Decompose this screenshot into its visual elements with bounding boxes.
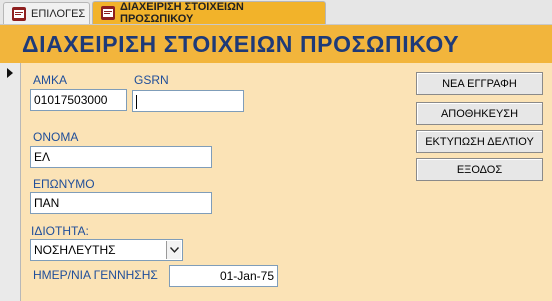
birthdate-label: ΗΜΕΡ/ΝΙΑ ΓΕΝΝΗΣΗΣ <box>33 268 158 282</box>
staff-form: ΔΙΑΧΕΙΡΙΣΗ ΣΤΟΙΧΕΙΩΝ ΠΡΟΣΩΠΙΚΟΥ ΑΜΚΑ 010… <box>0 25 552 301</box>
last-name-value: ΠΑΝ <box>34 196 60 210</box>
print-sheet-button[interactable]: ΕΚΤΥΠΩΣΗ ΔΕΛΤΙΟΥ <box>416 130 543 153</box>
chevron-down-icon[interactable] <box>166 241 181 259</box>
amka-value: 01017503000 <box>34 93 108 107</box>
exit-button[interactable]: ΕΞΟΔΟΣ <box>416 158 543 181</box>
role-label: ΙΔΙΟΤΗΤΑ: <box>31 224 89 238</box>
last-name-label: ΕΠΩΝΥΜΟ <box>33 177 95 191</box>
tab-staff-management[interactable]: ΔΙΑΧΕΙΡΙΣΗ ΣΤΟΙΧΕΙΩΝ ΠΡΟΣΩΠΙΚΟΥ <box>92 1 326 25</box>
amka-field[interactable]: 01017503000 <box>30 89 127 111</box>
birthdate-field[interactable]: 01-Jan-75 <box>169 265 278 287</box>
first-name-field[interactable]: ΕΛ <box>30 146 212 168</box>
birthdate-value: 01-Jan-75 <box>219 269 274 283</box>
gsrn-field[interactable] <box>132 90 244 112</box>
page-title: ΔΙΑΧΕΙΡΙΣΗ ΣΤΟΙΧΕΙΩΝ ΠΡΟΣΩΠΙΚΟΥ <box>22 31 460 57</box>
current-record-arrow-icon <box>7 68 13 78</box>
amka-label: ΑΜΚΑ <box>33 73 68 87</box>
form-header: ΔΙΑΧΕΙΡΙΣΗ ΣΤΟΙΧΕΙΩΝ ΠΡΟΣΩΠΙΚΟΥ <box>0 25 552 63</box>
role-value: ΝΟΣΗΛΕΥΤΗΣ <box>34 243 116 257</box>
gsrn-label: GSRN <box>134 73 169 87</box>
role-combobox[interactable]: ΝΟΣΗΛΕΥΤΗΣ <box>30 239 183 261</box>
form-icon <box>12 6 26 21</box>
first-name-value: ΕΛ <box>34 150 51 164</box>
tab-options[interactable]: ΕΠΙΛΟΓΕΣ <box>3 2 90 24</box>
new-record-button[interactable]: ΝΕΑ ΕΓΓΡΑΦΗ <box>416 72 543 95</box>
save-button[interactable]: ΑΠΟΘΗΚΕΥΣΗ <box>416 102 543 125</box>
tab-label: ΕΠΙΛΟΓΕΣ <box>31 7 86 20</box>
document-tab-bar: ΕΠΙΛΟΓΕΣ ΔΙΑΧΕΙΡΙΣΗ ΣΤΟΙΧΕΙΩΝ ΠΡΟΣΩΠΙΚΟΥ <box>0 0 552 25</box>
last-name-field[interactable]: ΠΑΝ <box>30 192 212 214</box>
form-icon <box>101 6 115 20</box>
tab-label: ΔΙΑΧΕΙΡΙΣΗ ΣΤΟΙΧΕΙΩΝ ΠΡΟΣΩΠΙΚΟΥ <box>120 1 244 25</box>
record-selector[interactable] <box>0 63 21 301</box>
text-caret <box>136 94 137 109</box>
first-name-label: ΟΝΟΜΑ <box>33 130 79 144</box>
